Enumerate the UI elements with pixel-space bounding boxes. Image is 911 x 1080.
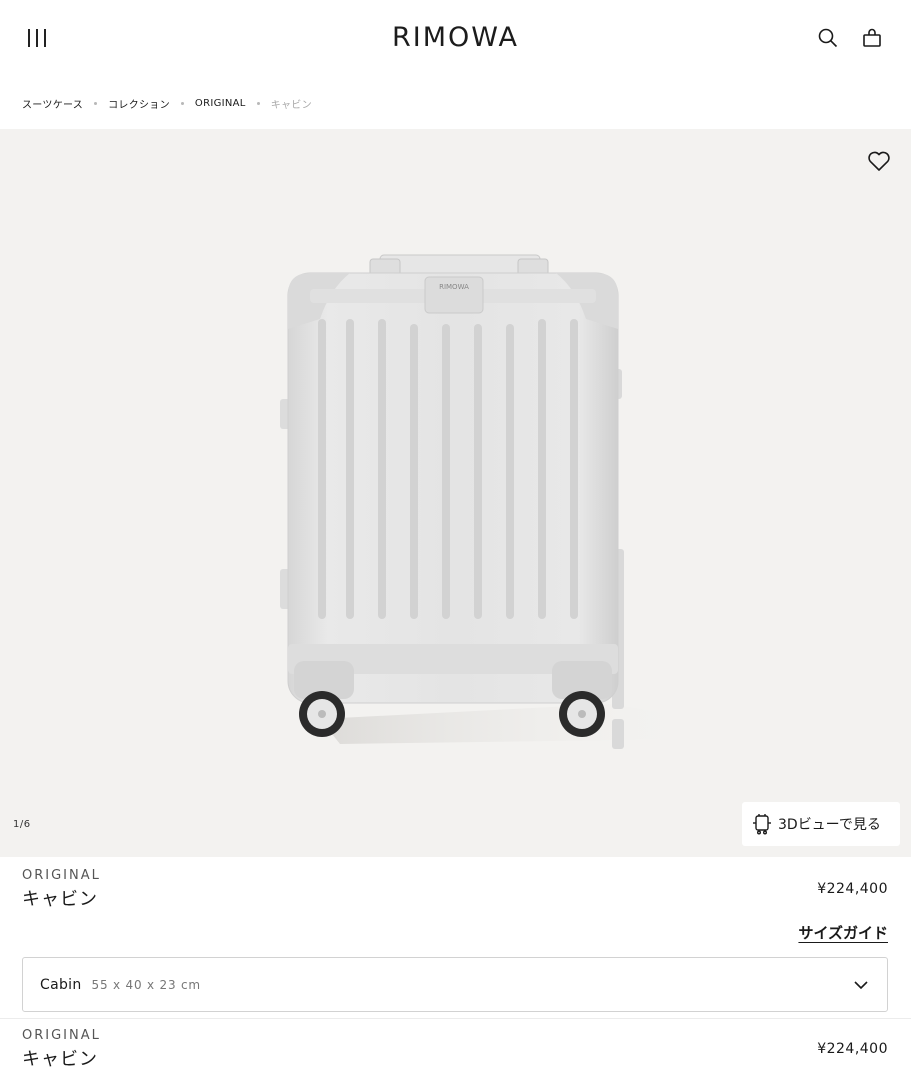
3d-view-icon <box>753 814 771 835</box>
breadcrumb-item-original[interactable]: ORIGINAL <box>195 98 246 109</box>
heart-icon[interactable] <box>866 149 892 173</box>
product-price: ¥224,400 <box>817 881 888 897</box>
brand-logo[interactable]: RIMOWA <box>392 22 519 53</box>
product-image-gallery[interactable]: RIMOWA 1/6 3Dビューで見る <box>0 129 911 857</box>
breadcrumb-item-current: キャビン <box>270 99 312 111</box>
breadcrumb: スーツケース コレクション ORIGINAL キャビン <box>22 95 312 111</box>
site-header: RIMOWA <box>0 0 911 78</box>
suitcase-image: RIMOWA <box>280 254 705 749</box>
shopping-bag-icon[interactable] <box>860 26 884 50</box>
chevron-down-icon <box>854 981 868 990</box>
menu-icon[interactable] <box>26 29 48 49</box>
breadcrumb-separator <box>256 101 260 105</box>
gallery-counter: 1/6 <box>13 819 31 830</box>
breadcrumb-separator <box>94 101 98 105</box>
sticky-product-collection: ORIGINAL <box>22 1028 101 1043</box>
size-name: Cabin <box>40 976 82 993</box>
view-3d-label: 3Dビューで見る <box>778 817 881 833</box>
breadcrumb-item-suitcases[interactable]: スーツケース <box>22 96 83 111</box>
product-name: キャビン <box>22 889 98 910</box>
product-info: ORIGINAL キャビン ¥224,400 <box>22 868 888 911</box>
sticky-product-name: キャビン <box>22 1049 98 1070</box>
breadcrumb-separator <box>180 101 184 105</box>
sticky-product-price: ¥224,400 <box>817 1041 888 1057</box>
logo-container: RIMOWA <box>0 22 911 53</box>
search-icon[interactable] <box>816 26 840 50</box>
size-select[interactable]: Cabin 55 x 40 x 23 cm <box>22 957 888 1012</box>
suitcase-logo: RIMOWA <box>439 283 469 291</box>
sticky-product-info: ORIGINAL キャビン ¥224,400 <box>22 1028 888 1071</box>
size-guide-link[interactable]: サイズガイド <box>798 922 888 943</box>
view-3d-button[interactable]: 3Dビューで見る <box>742 802 900 846</box>
divider <box>0 1018 911 1019</box>
size-dimensions: 55 x 40 x 23 cm <box>91 977 201 992</box>
product-collection: ORIGINAL <box>22 868 101 883</box>
breadcrumb-item-collections[interactable]: コレクション <box>108 96 170 111</box>
